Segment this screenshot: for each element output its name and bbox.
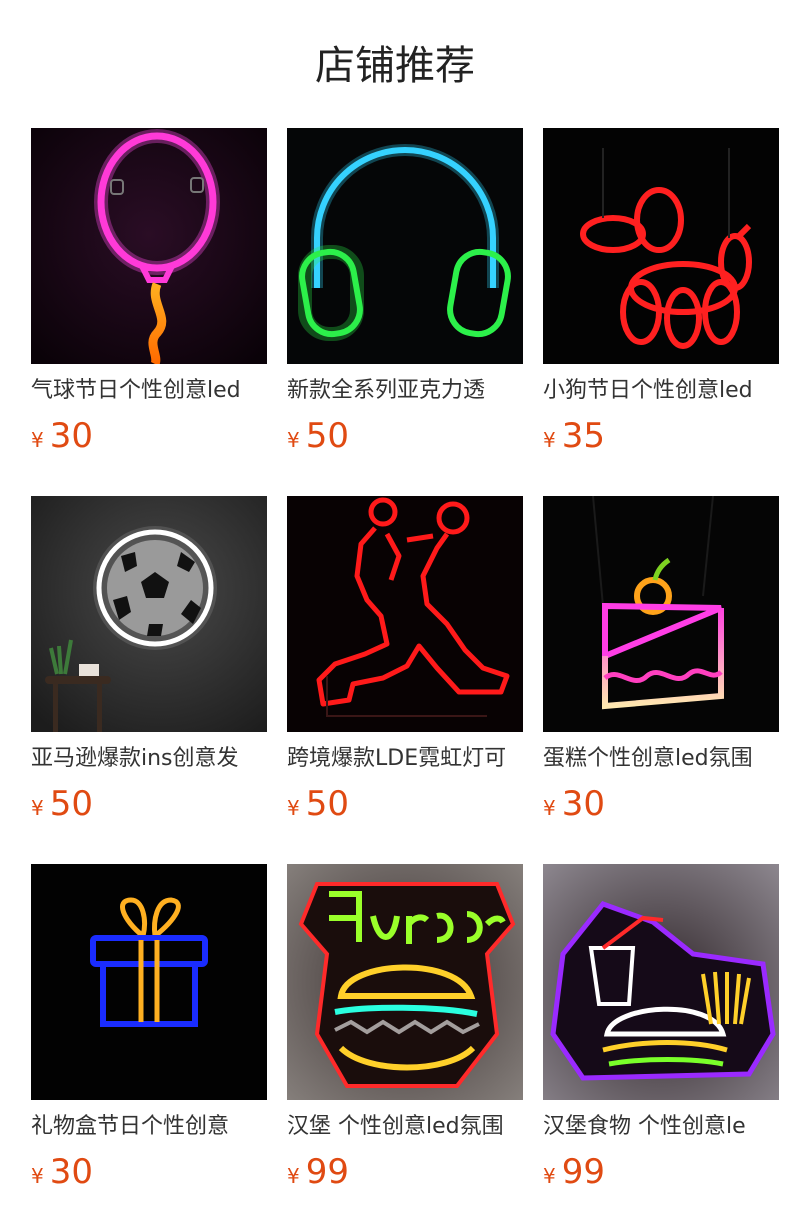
product-card[interactable]: 跨境爆款LDE霓虹灯可 ¥50 — [287, 496, 523, 824]
product-image-neon-burger-meal[interactable] — [543, 864, 779, 1100]
product-name[interactable]: 礼物盒节日个性创意 — [31, 1112, 267, 1142]
price-value: 30 — [49, 416, 93, 456]
product-price: ¥99 — [543, 1152, 779, 1192]
price-value: 99 — [561, 1152, 605, 1192]
product-name[interactable]: 汉堡 个性创意led氛围 — [287, 1112, 523, 1142]
price-value: 30 — [561, 784, 605, 824]
price-value: 35 — [561, 416, 605, 456]
product-price: ¥35 — [543, 416, 779, 456]
currency-symbol: ¥ — [543, 1164, 556, 1188]
product-name[interactable]: 蛋糕个性创意led氛围 — [543, 744, 779, 774]
product-price: ¥30 — [31, 416, 267, 456]
product-price: ¥30 — [543, 784, 779, 824]
product-name[interactable]: 汉堡食物 个性创意le — [543, 1112, 779, 1142]
currency-symbol: ¥ — [287, 1164, 300, 1188]
currency-symbol: ¥ — [31, 796, 44, 820]
product-image-neon-balloon-dog[interactable] — [543, 128, 779, 364]
product-card[interactable]: 亚马逊爆款ins创意发 ¥50 — [31, 496, 267, 824]
product-name[interactable]: 小狗节日个性创意led — [543, 376, 779, 406]
currency-symbol: ¥ — [543, 428, 556, 452]
product-price: ¥30 — [31, 1152, 267, 1192]
product-price: ¥50 — [287, 784, 523, 824]
product-card[interactable]: 气球节日个性创意led ¥30 — [31, 128, 267, 456]
price-value: 99 — [305, 1152, 349, 1192]
product-image-neon-headphones[interactable] — [287, 128, 523, 364]
product-card[interactable]: 蛋糕个性创意led氛围 ¥30 — [543, 496, 779, 824]
price-value: 30 — [49, 1152, 93, 1192]
product-card[interactable]: 新款全系列亚克力透 ¥50 — [287, 128, 523, 456]
product-image-neon-gift-box[interactable] — [31, 864, 267, 1100]
product-price: ¥50 — [31, 784, 267, 824]
product-card[interactable]: 汉堡 个性创意led氛围 ¥99 — [287, 864, 523, 1192]
currency-symbol: ¥ — [543, 796, 556, 820]
price-value: 50 — [305, 416, 349, 456]
product-grid: 气球节日个性创意led ¥30 新款全系列亚克力透 ¥50 小狗节日个性创意le… — [31, 128, 790, 1218]
product-price: ¥50 — [287, 416, 523, 456]
currency-symbol: ¥ — [287, 428, 300, 452]
currency-symbol: ¥ — [31, 428, 44, 452]
product-name[interactable]: 气球节日个性创意led — [31, 376, 267, 406]
product-image-neon-soccer-ball[interactable] — [31, 496, 267, 732]
page-title: 店铺推荐 — [315, 43, 475, 89]
product-name[interactable]: 亚马逊爆款ins创意发 — [31, 744, 267, 774]
product-image-neon-balloon[interactable] — [31, 128, 267, 364]
currency-symbol: ¥ — [31, 1164, 44, 1188]
product-name[interactable]: 新款全系列亚克力透 — [287, 376, 523, 406]
product-price: ¥99 — [287, 1152, 523, 1192]
price-value: 50 — [305, 784, 349, 824]
currency-symbol: ¥ — [287, 796, 300, 820]
product-card[interactable]: 小狗节日个性创意led ¥35 — [543, 128, 779, 456]
product-card[interactable]: 礼物盒节日个性创意 ¥30 — [31, 864, 267, 1192]
product-image-neon-burger[interactable] — [287, 864, 523, 1100]
product-image-neon-basketball-player[interactable] — [287, 496, 523, 732]
price-value: 50 — [49, 784, 93, 824]
product-name[interactable]: 跨境爆款LDE霓虹灯可 — [287, 744, 523, 774]
product-card[interactable]: 汉堡食物 个性创意le ¥99 — [543, 864, 779, 1192]
product-image-neon-cake-slice[interactable] — [543, 496, 779, 732]
